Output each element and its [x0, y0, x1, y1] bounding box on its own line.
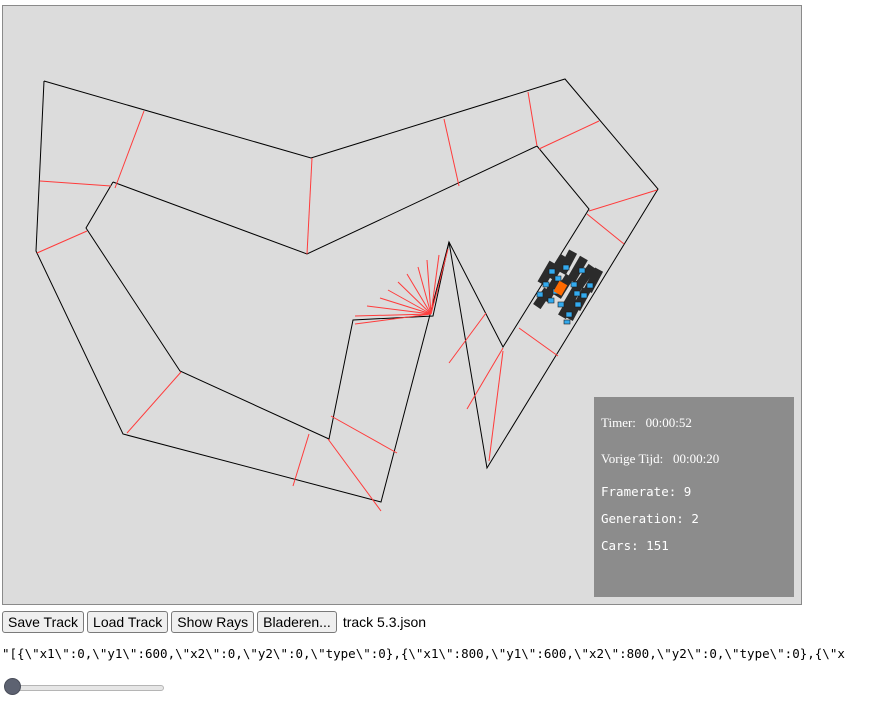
track-json-output: "[{\"x1\":0,\"y1\":600,\"x2\":0,\"y2\":0… [2, 646, 845, 661]
timer-value: 00:00:52 [645, 415, 692, 430]
previous-time-label: Vorige Tijd: [601, 451, 664, 466]
toolbar: Save Track Load Track Show Rays Bladeren… [2, 611, 426, 633]
timer-label: Timer: [601, 415, 636, 430]
framerate-label: Framerate: [601, 484, 677, 499]
save-track-button[interactable]: Save Track [2, 611, 85, 633]
cars-label: Cars: [601, 538, 639, 553]
show-rays-button[interactable]: Show Rays [171, 611, 255, 633]
speed-slider[interactable] [4, 677, 166, 697]
checkpoint-lines [36, 91, 658, 512]
load-track-button[interactable]: Load Track [87, 611, 169, 633]
generation-label: Generation: [601, 511, 684, 526]
previous-time-value: 00:00:20 [673, 451, 720, 466]
slider-track[interactable] [10, 685, 164, 691]
cars-value: 151 [646, 538, 669, 553]
car-swarm [533, 249, 604, 325]
browse-file-button[interactable]: Bladeren... [257, 611, 337, 633]
selected-file-name: track 5.3.json [342, 614, 427, 630]
previous-time-stat: Vorige Tijd: 00:00:20 [601, 451, 719, 467]
inner-track-wall [85, 145, 590, 440]
framerate-value: 9 [683, 484, 692, 499]
stats-panel: Timer: 00:00:52 Vorige Tijd: 00:00:20 Fr… [594, 397, 794, 597]
cars-stat: Cars: 151 [601, 538, 669, 553]
simulation-canvas[interactable]: Timer: 00:00:52 Vorige Tijd: 00:00:20 Fr… [2, 5, 802, 605]
framerate-stat: Framerate: 9 [601, 484, 691, 499]
generation-value: 2 [691, 511, 699, 526]
timer-stat: Timer: 00:00:52 [601, 415, 692, 431]
generation-stat: Generation: 2 [601, 511, 699, 526]
slider-thumb[interactable] [4, 678, 21, 695]
